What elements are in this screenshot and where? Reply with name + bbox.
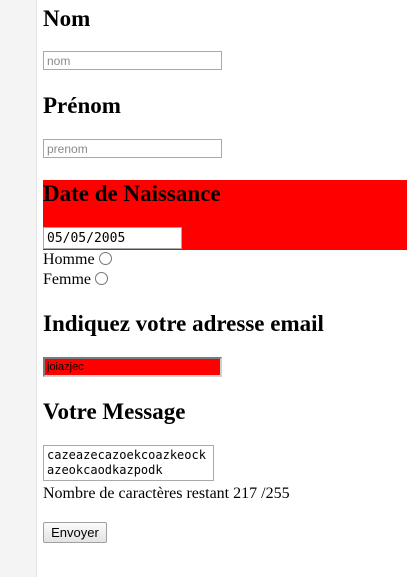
submit-button[interactable]: Envoyer xyxy=(43,522,107,543)
gender-label-femme: Femme xyxy=(43,271,91,288)
birthdate-heading: Date de Naissance xyxy=(43,181,221,206)
gender-option-homme: Homme xyxy=(43,251,112,269)
message-heading: Votre Message xyxy=(43,399,186,424)
birthdate-input[interactable] xyxy=(43,227,182,249)
nom-heading: Nom xyxy=(43,6,91,31)
gender-option-femme: Femme xyxy=(43,271,108,289)
gender-radio-femme[interactable] xyxy=(95,272,108,285)
left-margin-strip xyxy=(0,0,37,577)
gender-label-homme: Homme xyxy=(43,251,95,268)
email-input[interactable] xyxy=(43,357,222,377)
nom-input[interactable] xyxy=(43,51,222,70)
prenom-input[interactable] xyxy=(43,139,222,158)
email-heading: Indiquez votre adresse email xyxy=(43,311,324,336)
gender-radio-homme[interactable] xyxy=(98,252,112,265)
remaining-characters-counter: Nombre de caractères restant 217 /255 xyxy=(43,485,290,502)
message-textarea[interactable]: cazeazecazoekcoazkeockazeokcaodkazpodk xyxy=(43,445,214,481)
prenom-heading: Prénom xyxy=(43,93,121,118)
